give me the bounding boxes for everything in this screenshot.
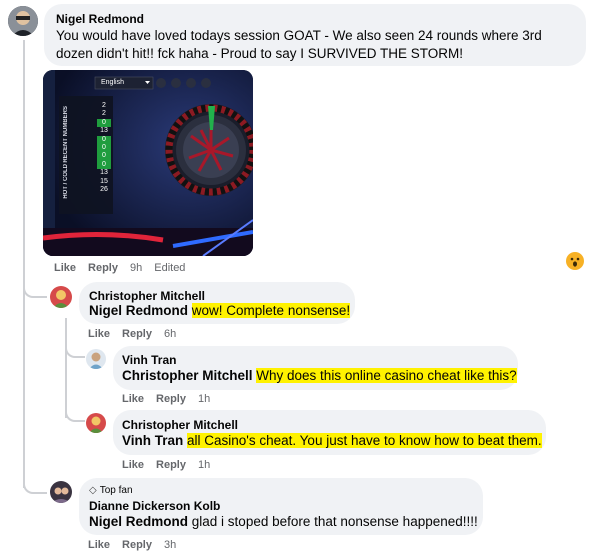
comment-actions: Like Reply 6h: [88, 328, 176, 340]
comment-actions: Like Reply 3h: [88, 539, 176, 551]
comment-text: Nigel Redmond wow! Complete nonsense!: [89, 302, 351, 320]
edited-label: Edited: [154, 262, 186, 274]
mention-link[interactable]: Nigel Redmond: [89, 303, 188, 318]
thread-line-main: [23, 40, 25, 488]
diamond-icon: ◇: [89, 485, 97, 496]
recent-number: 26: [100, 186, 108, 194]
mention-link[interactable]: Christopher Mitchell: [122, 368, 253, 383]
comment-actions: Like Reply 9h Edited: [54, 262, 185, 274]
thread-connector: [65, 406, 85, 422]
reply-button[interactable]: Reply: [156, 459, 186, 471]
avatar[interactable]: [86, 413, 106, 433]
top-fan-badge: ◇ Top fan: [89, 485, 133, 496]
mention-link[interactable]: Nigel Redmond: [89, 514, 188, 529]
wow-emoji-icon[interactable]: [566, 252, 584, 270]
avatar[interactable]: [50, 286, 72, 308]
reply-button[interactable]: Reply: [122, 539, 152, 551]
recent-number: 0: [97, 152, 111, 161]
recent-number: 15: [100, 177, 108, 185]
reply-button[interactable]: Reply: [88, 262, 118, 274]
highlighted-text: wow! Complete nonsense!: [191, 303, 351, 318]
recent-number: 13: [100, 127, 108, 135]
roulette-screenshot: [43, 70, 253, 256]
avatar[interactable]: [8, 6, 38, 36]
timestamp[interactable]: 6h: [164, 328, 176, 340]
like-button[interactable]: Like: [54, 262, 76, 274]
like-button[interactable]: Like: [122, 459, 144, 471]
highlighted-text: Why does this online casino cheat like t…: [256, 368, 517, 383]
comment-text: Christopher Mitchell Why does this onlin…: [122, 367, 517, 385]
comment-actions: Like Reply 1h: [122, 459, 210, 471]
like-button[interactable]: Like: [122, 393, 144, 405]
timestamp[interactable]: 1h: [198, 393, 210, 405]
recent-number: 0: [97, 160, 111, 170]
badge-label: Top fan: [99, 485, 133, 496]
avatar[interactable]: [50, 481, 72, 503]
comment-text: Vinh Tran all Casino's cheat. You just h…: [122, 432, 542, 450]
recent-number: 0: [97, 135, 111, 145]
timestamp[interactable]: 3h: [164, 539, 176, 551]
comment-author[interactable]: Christopher Mitchell: [89, 289, 205, 303]
recent-number: 0: [97, 118, 111, 128]
comment-body: glad i stoped before that nonsense happe…: [191, 514, 478, 529]
thread-connector: [23, 478, 47, 494]
recent-numbers-label: RECENT NUMBERS: [63, 106, 69, 163]
thread-connector: [23, 282, 47, 298]
comment-image[interactable]: English RECENT NUMBERS HOT / COLD 2 2 0 …: [43, 70, 253, 256]
like-button[interactable]: Like: [88, 539, 110, 551]
thread-line-nested: [65, 318, 67, 418]
timestamp[interactable]: 1h: [198, 459, 210, 471]
comment-author[interactable]: Christopher Mitchell: [122, 418, 238, 432]
recent-numbers-list: 2 2 0 13 0 0 0 0 13 15 26: [97, 102, 111, 194]
comment-text: You would have loved todays session GOAT…: [56, 28, 542, 61]
recent-number: 2: [102, 110, 106, 118]
recent-number: 13: [100, 169, 108, 177]
comment-author[interactable]: Dianne Dickerson Kolb: [89, 499, 220, 513]
reply-button[interactable]: Reply: [122, 328, 152, 340]
language-select: English: [101, 79, 124, 86]
highlighted-text: all Casino's cheat. You just have to kno…: [187, 433, 542, 448]
comment-author[interactable]: Nigel Redmond: [56, 12, 144, 26]
comment-actions: Like Reply 1h: [122, 393, 210, 405]
avatar[interactable]: [86, 349, 106, 369]
thread-connector: [65, 342, 85, 358]
reply-button[interactable]: Reply: [156, 393, 186, 405]
recent-number: 0: [97, 144, 111, 153]
comment-author[interactable]: Vinh Tran: [122, 353, 176, 367]
mention-link[interactable]: Vinh Tran: [122, 433, 183, 448]
hot-cold-label: HOT / COLD: [63, 164, 69, 199]
comment-text: Nigel Redmond glad i stoped before that …: [89, 513, 478, 531]
timestamp[interactable]: 9h: [130, 262, 142, 274]
recent-number: 2: [102, 102, 106, 109]
like-button[interactable]: Like: [88, 328, 110, 340]
